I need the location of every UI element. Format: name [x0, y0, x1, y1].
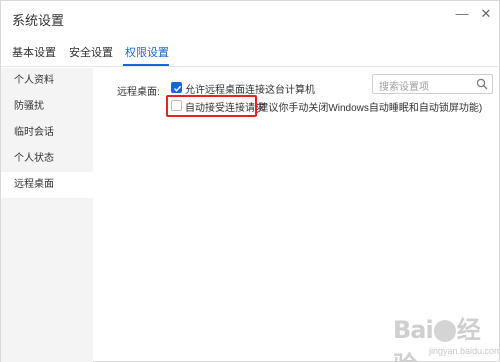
minimize-button[interactable]: — — [453, 5, 471, 23]
allow-remote-label[interactable]: 允许远程桌面连接这台计算机 — [185, 81, 315, 96]
watermark-url: jingyan.baidu.com — [429, 346, 500, 356]
title-bar: 系统设置 — ✕ — [1, 1, 500, 35]
sidebar-item-profile[interactable]: 个人资料 — [1, 68, 93, 94]
sidebar-item-temp-session[interactable]: 临时会话 — [1, 120, 93, 146]
checkmark-icon — [173, 85, 182, 92]
allow-remote-checkbox[interactable] — [171, 82, 182, 93]
active-tab-indicator — [123, 64, 169, 66]
tab-permission-settings[interactable]: 权限设置 — [125, 44, 169, 60]
sidebar-item-anti-harassment[interactable]: 防骚扰 — [1, 94, 93, 120]
remote-desktop-label: 远程桌面: — [117, 87, 160, 98]
watermark: Bai经验 jingyan.baidu.com — [385, 306, 500, 362]
settings-sidebar: 个人资料 防骚扰 临时会话 个人状态 远程桌面 — [1, 68, 93, 362]
tab-bar: 基本设置 安全设置 权限设置 搜索设置项 — [1, 35, 500, 94]
window-title: 系统设置 — [12, 13, 65, 28]
auto-accept-hint: (建议你手动关闭Windows自动睡眠和自动锁屏功能) — [255, 103, 483, 114]
sidebar-item-remote-desktop[interactable]: 远程桌面 — [1, 172, 93, 198]
tab-basic-settings[interactable]: 基本设置 — [12, 44, 56, 60]
sidebar-item-personal-status[interactable]: 个人状态 — [1, 146, 93, 172]
tab-security-settings[interactable]: 安全设置 — [69, 44, 113, 60]
settings-window: 系统设置 — ✕ 基本设置 安全设置 权限设置 搜索设置项 个人资料 防骚扰 临… — [0, 0, 500, 362]
annotation-highlight-box — [166, 95, 257, 117]
close-button[interactable]: ✕ — [477, 5, 495, 23]
